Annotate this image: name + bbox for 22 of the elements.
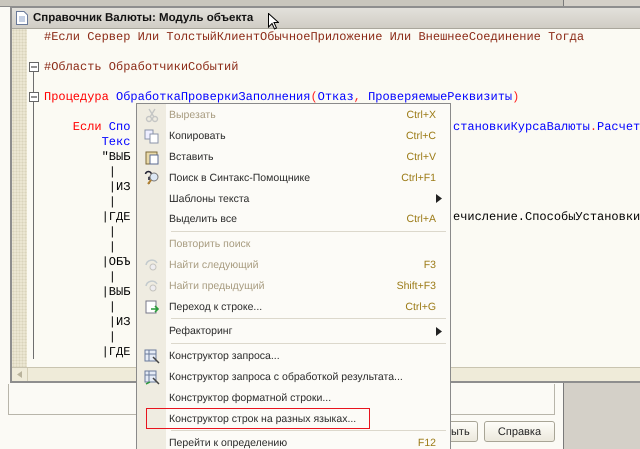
code-text: | xyxy=(108,240,116,254)
code-text: |ИЗ xyxy=(108,180,130,194)
code-text: | xyxy=(108,194,116,208)
code-text: | xyxy=(108,330,116,344)
code-text: "ВЫБ xyxy=(100,150,130,164)
code-text: Процедура ОбработкаПроверкиЗаполнения(Отказ, ПроверяемыеРеквизиты) xyxy=(44,90,520,104)
code-text: |ГДЕ xyxy=(100,344,130,358)
code-text: | xyxy=(108,300,116,314)
window-title: Справочник Валюты: Модуль объекта xyxy=(33,12,254,24)
code-text: | xyxy=(108,164,116,178)
code-text: |ВЫБ xyxy=(100,284,130,298)
code-text: ечисление.СпособыУстановки xyxy=(453,210,640,224)
code-text: Если Спо xyxy=(72,120,130,134)
code-text: #Область ОбработчикиСобытий xyxy=(44,60,238,74)
code-text: | xyxy=(108,224,116,238)
code-text: |ГДЕ xyxy=(100,210,130,224)
code-text: |ОБЪ xyxy=(100,254,130,268)
code-text: | xyxy=(108,270,116,284)
code-text: становкиКурсаВалюты.Расчет xyxy=(453,120,640,134)
code-text: Текс xyxy=(100,134,130,148)
code-text: |ИЗ xyxy=(108,314,130,328)
code-text: #Если Сервер Или ТолстыйКлиентОбычноеПриложение Или ВнешнееСоединение Тогда xyxy=(44,30,584,44)
